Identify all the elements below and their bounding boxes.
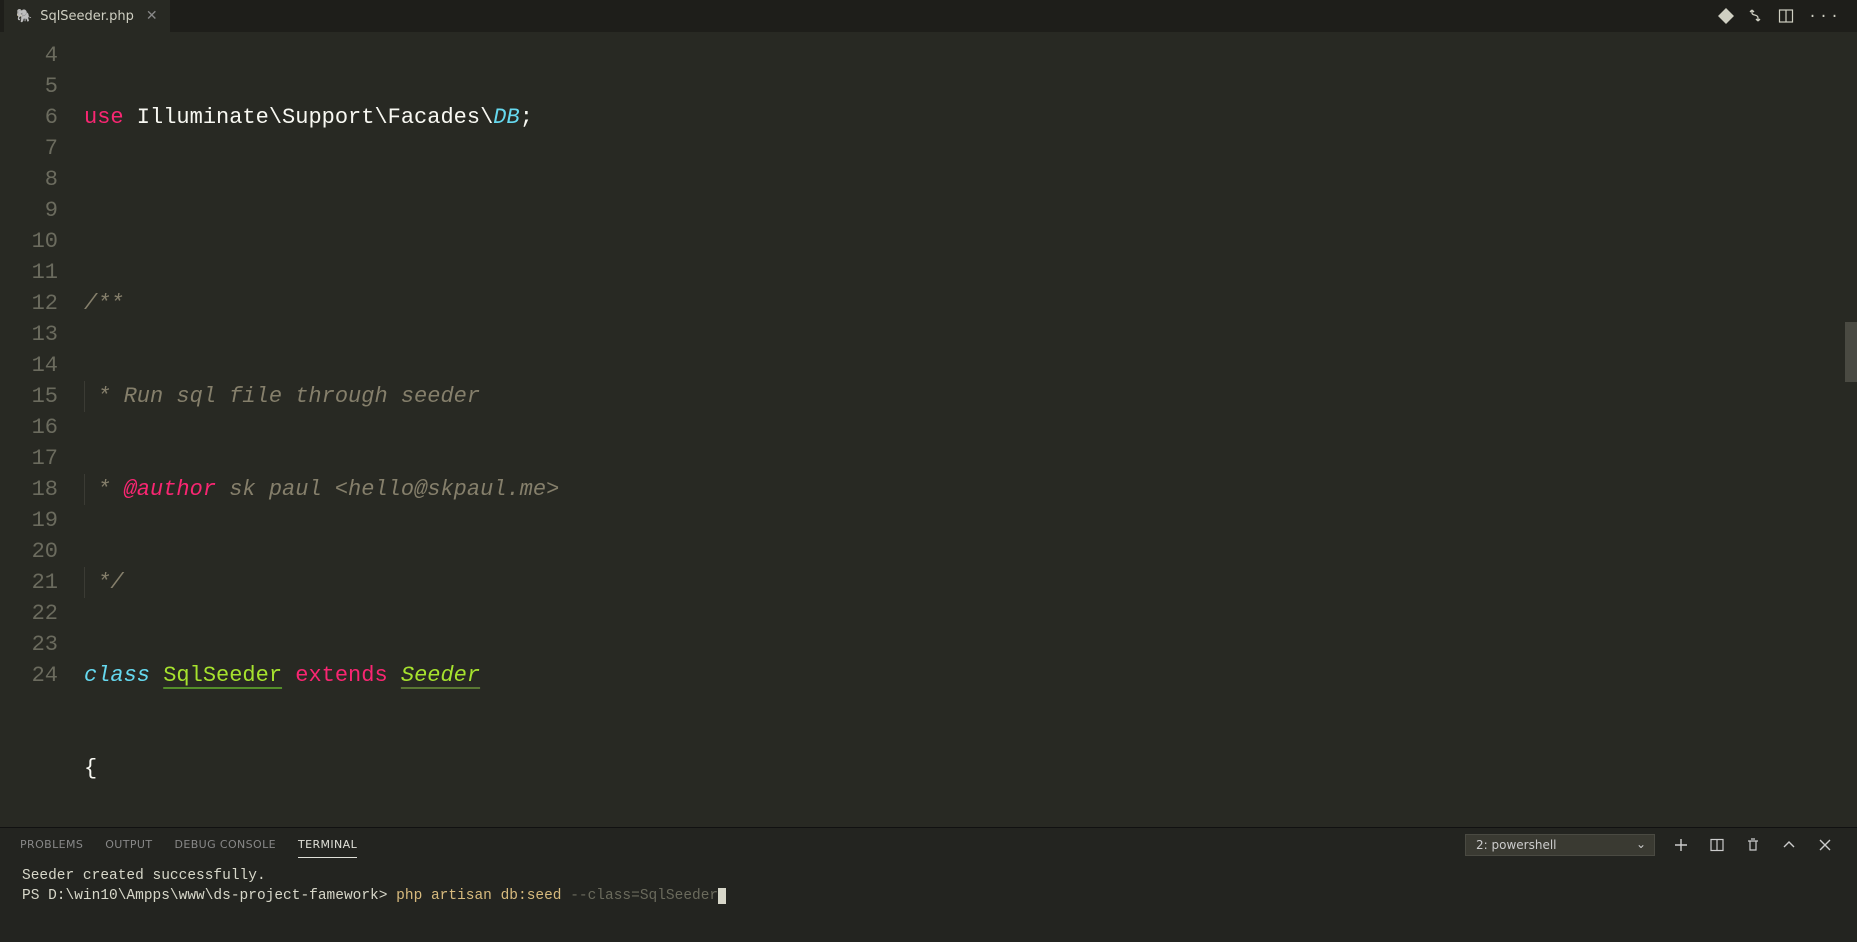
terminal-output[interactable]: Seeder created successfully. PS D:\win10… <box>0 862 1857 942</box>
php-file-icon: 🐘 <box>16 9 32 24</box>
code-line <box>84 195 1857 226</box>
line-number: 21 <box>0 567 58 598</box>
close-icon[interactable]: ✕ <box>146 8 158 24</box>
scrollbar-thumb[interactable] <box>1845 322 1857 382</box>
line-number: 23 <box>0 629 58 660</box>
terminal-cursor <box>718 888 726 904</box>
more-icon[interactable]: ··· <box>1808 8 1841 25</box>
file-tab[interactable]: 🐘 SqlSeeder.php ✕ <box>4 0 170 32</box>
line-number: 15 <box>0 381 58 412</box>
line-number: 14 <box>0 350 58 381</box>
split-editor-icon[interactable] <box>1778 8 1794 24</box>
terminal-selector[interactable]: 2: powershell <box>1465 834 1655 856</box>
code-line: /** <box>84 288 1857 319</box>
line-number: 6 <box>0 102 58 133</box>
line-number: 16 <box>0 412 58 443</box>
code-line: * @author sk paul <hello@skpaul.me> <box>84 474 1857 505</box>
line-number: 9 <box>0 195 58 226</box>
code-line: */ <box>84 567 1857 598</box>
kill-terminal-icon[interactable] <box>1741 837 1765 853</box>
line-number: 11 <box>0 257 58 288</box>
maximize-panel-icon[interactable] <box>1777 837 1801 853</box>
line-number: 20 <box>0 536 58 567</box>
line-number: 4 <box>0 40 58 71</box>
tab-actions: ··· <box>1718 0 1857 32</box>
line-number: 5 <box>0 71 58 102</box>
line-number: 12 <box>0 288 58 319</box>
tab-bar: 🐘 SqlSeeder.php ✕ ··· <box>0 0 1857 32</box>
line-number: 19 <box>0 505 58 536</box>
line-number: 7 <box>0 133 58 164</box>
code-line: use Illuminate\Support\Facades\DB; <box>84 102 1857 133</box>
line-number: 18 <box>0 474 58 505</box>
line-number: 22 <box>0 598 58 629</box>
panel-tab-output[interactable]: OUTPUT <box>105 832 152 858</box>
terminal-line: Seeder created successfully. <box>22 866 1835 886</box>
split-terminal-icon[interactable] <box>1705 837 1729 853</box>
code-line: { <box>84 753 1857 784</box>
new-terminal-icon[interactable] <box>1669 837 1693 853</box>
line-number: 24 <box>0 660 58 691</box>
diff-icon[interactable] <box>1718 8 1734 24</box>
panel-tab-debug[interactable]: DEBUG CONSOLE <box>174 832 276 858</box>
panel-tab-terminal[interactable]: TERMINAL <box>298 832 357 858</box>
bottom-panel: PROBLEMS OUTPUT DEBUG CONSOLE TERMINAL 2… <box>0 827 1857 942</box>
line-number: 13 <box>0 319 58 350</box>
editor[interactable]: 4 5 6 7 8 9 10 11 12 13 14 15 16 17 18 1… <box>0 32 1857 827</box>
tab-filename: SqlSeeder.php <box>40 9 134 24</box>
code-line: * Run sql file through seeder <box>84 381 1857 412</box>
line-number: 10 <box>0 226 58 257</box>
panel-tab-problems[interactable]: PROBLEMS <box>20 832 83 858</box>
compare-icon[interactable] <box>1748 8 1764 24</box>
code-line: class SqlSeeder extends Seeder <box>84 660 1857 691</box>
line-gutter: 4 5 6 7 8 9 10 11 12 13 14 15 16 17 18 1… <box>0 40 84 827</box>
code-area[interactable]: use Illuminate\Support\Facades\DB; /** *… <box>84 40 1857 827</box>
terminal-prompt-line: PS D:\win10\Ampps\www\ds-project-famewor… <box>22 886 1835 906</box>
line-number: 8 <box>0 164 58 195</box>
line-number: 17 <box>0 443 58 474</box>
close-panel-icon[interactable] <box>1813 837 1837 853</box>
